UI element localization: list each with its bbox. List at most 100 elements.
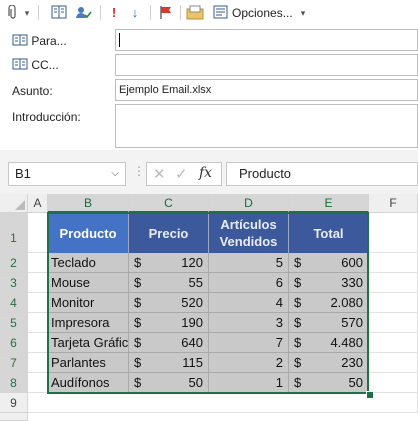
name-box-value: B1 xyxy=(15,166,31,181)
cell-vendidos[interactable]: 5 xyxy=(209,253,289,273)
cell-a8[interactable] xyxy=(28,373,48,393)
cell-total[interactable]: $600 xyxy=(289,253,369,273)
row-header-6[interactable]: 6 xyxy=(0,333,28,353)
options-icon[interactable] xyxy=(212,5,228,21)
currency-symbol: $ xyxy=(294,275,302,290)
folder-icon[interactable] xyxy=(186,5,204,21)
cell-precio[interactable]: $120 xyxy=(129,253,209,273)
row-header-7[interactable]: 7 xyxy=(0,353,28,373)
cell-vendidos[interactable]: 6 xyxy=(209,273,289,293)
high-importance-icon[interactable]: ! xyxy=(108,5,120,21)
cell-vendidos[interactable]: 4 xyxy=(209,293,289,313)
cell-precio[interactable]: $640 xyxy=(129,333,209,353)
cell-f8[interactable] xyxy=(369,373,418,393)
cell-total[interactable]: $2.080 xyxy=(289,293,369,313)
cell-f5[interactable] xyxy=(369,313,418,333)
currency-symbol: $ xyxy=(294,355,302,370)
cell-producto[interactable]: Impresora xyxy=(48,313,129,333)
formula-bar-grip-icon: ⋮ xyxy=(133,164,145,178)
cell-precio[interactable]: $115 xyxy=(129,353,209,373)
fill-handle[interactable] xyxy=(366,391,374,399)
row-header-8[interactable]: 8 xyxy=(0,373,28,393)
row-header-1[interactable]: 1 xyxy=(0,213,28,253)
cell-a2[interactable] xyxy=(28,253,48,273)
attach-icon[interactable] xyxy=(6,4,20,21)
insert-function-icon[interactable]: fx xyxy=(199,165,212,181)
to-button[interactable]: Para... xyxy=(12,34,67,48)
cell-value: 50 xyxy=(348,375,363,390)
cell-producto[interactable]: Audífonos xyxy=(48,373,129,393)
row-header-3[interactable]: 3 xyxy=(0,273,28,293)
low-importance-icon[interactable]: ↓ xyxy=(128,5,142,21)
column-header-f[interactable]: F xyxy=(369,194,418,213)
cell-precio[interactable]: $190 xyxy=(129,313,209,333)
chevron-down-icon[interactable]: ⌵ xyxy=(111,163,119,185)
cell-total[interactable]: $230 xyxy=(289,353,369,373)
row-header-4[interactable]: 4 xyxy=(0,293,28,313)
cell-producto[interactable]: Monitor xyxy=(48,293,129,313)
cell-total[interactable]: $330 xyxy=(289,273,369,293)
flag-icon[interactable] xyxy=(158,5,174,21)
check-names-icon[interactable] xyxy=(74,5,94,21)
cell-a6[interactable] xyxy=(28,333,48,353)
cell-f6[interactable] xyxy=(369,333,418,353)
cell-f7[interactable] xyxy=(369,353,418,373)
cell-vendidos[interactable]: 3 xyxy=(209,313,289,333)
row-9-cells[interactable] xyxy=(28,393,418,413)
row-header-2[interactable]: 2 xyxy=(0,253,28,273)
cell-precio[interactable]: $55 xyxy=(129,273,209,293)
subject-field[interactable]: Ejemplo Email.xlsx xyxy=(115,79,418,101)
formula-bar: B1 ⌵ ⋮ ✕ ✓ fx Producto xyxy=(0,150,418,194)
cell-a1[interactable] xyxy=(28,213,48,253)
header-producto[interactable]: Producto xyxy=(48,213,129,253)
cell-f3[interactable] xyxy=(369,273,418,293)
cell-a5[interactable] xyxy=(28,313,48,333)
cell-vendidos[interactable]: 1 xyxy=(209,373,289,393)
row-header-10[interactable] xyxy=(0,413,28,421)
cell-f4[interactable] xyxy=(369,293,418,313)
currency-symbol: $ xyxy=(294,335,302,350)
cell-producto[interactable]: Tarjeta Gráfica xyxy=(48,333,129,353)
cell-total[interactable]: $570 xyxy=(289,313,369,333)
header-total[interactable]: Total xyxy=(289,213,369,253)
header-precio[interactable]: Precio xyxy=(129,213,209,253)
cell-precio[interactable]: $50 xyxy=(129,373,209,393)
column-header-a[interactable]: A xyxy=(28,194,48,213)
cell-total[interactable]: $50 xyxy=(289,373,369,393)
cell-text: Audífonos xyxy=(51,375,110,390)
name-box[interactable]: B1 ⌵ xyxy=(8,162,126,186)
column-header-c[interactable]: C xyxy=(129,194,209,213)
cell-f2[interactable] xyxy=(369,253,418,273)
cell-producto[interactable]: Teclado xyxy=(48,253,129,273)
cell-a3[interactable] xyxy=(28,273,48,293)
cancel-icon[interactable]: ✕ xyxy=(153,165,166,183)
cell-a7[interactable] xyxy=(28,353,48,373)
cell-total[interactable]: $4.480 xyxy=(289,333,369,353)
address-book-icon[interactable] xyxy=(50,5,68,21)
cell-precio[interactable]: $520 xyxy=(129,293,209,313)
select-all-corner[interactable] xyxy=(0,194,28,213)
to-field[interactable] xyxy=(115,29,418,51)
intro-field[interactable] xyxy=(115,104,418,148)
header-articulos-vendidos[interactable]: Artículos Vendidos xyxy=(209,213,289,253)
column-header-b[interactable]: B xyxy=(48,194,129,213)
cell-producto[interactable]: Parlantes xyxy=(48,353,129,373)
row-header-5[interactable]: 5 xyxy=(0,313,28,333)
cell-f1[interactable] xyxy=(369,213,418,253)
cell-vendidos[interactable]: 2 xyxy=(209,353,289,373)
row-header-9[interactable]: 9 xyxy=(0,393,28,413)
spreadsheet-grid: A B C D E F 1 2 3 4 5 6 7 8 9 Producto P… xyxy=(0,194,418,421)
cell-producto[interactable]: Mouse xyxy=(48,273,129,293)
attach-dropdown-icon[interactable]: ▾ xyxy=(22,5,32,21)
cc-button[interactable]: CC... xyxy=(12,58,59,72)
dropdown-icon[interactable]: ▾ xyxy=(298,5,308,21)
enter-icon[interactable]: ✓ xyxy=(175,165,188,183)
cell-vendidos[interactable]: 7 xyxy=(209,333,289,353)
cell-a4[interactable] xyxy=(28,293,48,313)
options-button[interactable]: Opciones... xyxy=(232,5,293,21)
formula-input[interactable]: Producto xyxy=(226,162,418,186)
toolbar-separator xyxy=(38,5,39,20)
cc-field[interactable] xyxy=(115,54,418,76)
column-header-d[interactable]: D xyxy=(209,194,289,213)
column-header-e[interactable]: E xyxy=(289,194,369,213)
